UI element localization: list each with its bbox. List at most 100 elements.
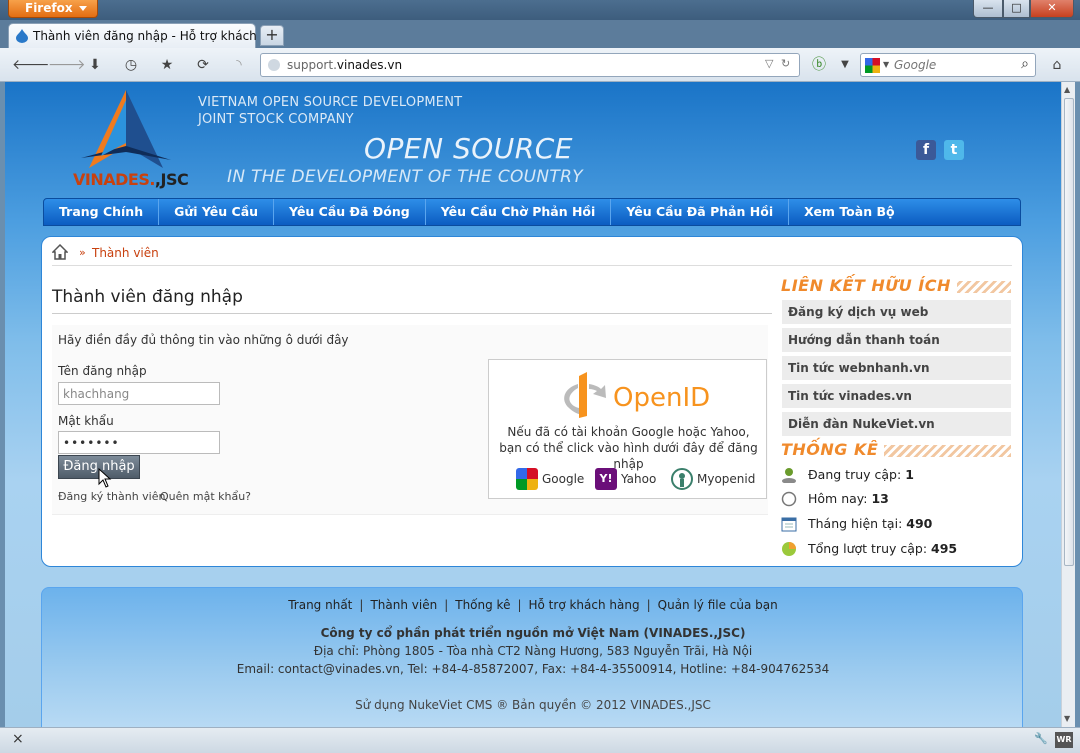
search-input[interactable] — [894, 57, 1014, 73]
openid-logo[interactable]: OpenID — [559, 370, 709, 420]
footer-link-file-manager[interactable]: Quản lý file của bạn — [651, 598, 785, 612]
url-bar[interactable]: support.vinades.vn ▽ ↻ — [260, 53, 800, 77]
main-menu: Trang Chính Gửi Yêu Cầu Yêu Cầu Đã Đóng … — [43, 198, 1021, 226]
addon-icon[interactable]: ⓑ — [808, 55, 830, 75]
search-icon[interactable]: ⌕ — [1021, 56, 1029, 72]
slogan-title: OPEN SOURCE — [364, 132, 573, 165]
facebook-icon[interactable]: f — [916, 140, 936, 160]
tab-strip: Thành viên đăng nhập - Hỗ trợ khách h...… — [0, 20, 1080, 48]
footer-company: Công ty cổ phần phát triển nguồn mở Việt… — [320, 626, 746, 640]
tab-title: Thành viên đăng nhập - Hỗ trợ khách h... — [33, 29, 280, 43]
slogan-subtitle: IN THE DEVELOPMENT OF THE COUNTRY — [227, 167, 583, 187]
openid-box: OpenID Nếu đã có tài khoản Google hoặc Y… — [488, 359, 767, 499]
sidebar-link-register-web[interactable]: Đăng ký dịch vụ web — [782, 300, 1011, 326]
plus-icon: + — [265, 25, 279, 44]
dropdown-arrow-icon[interactable]: ▽ — [765, 57, 773, 70]
navigation-toolbar: 🡐 🡒 ⬇ ◷ ★ ⟳ ◝ support.vinades.vn ▽ ↻ ⓑ ▼… — [0, 48, 1080, 82]
addon-status-icon[interactable]: 🔧 — [1034, 732, 1050, 746]
footer-address: Địa chỉ: Phòng 1805 - Tòa nhà CT2 Nàng H… — [313, 644, 753, 658]
google-engine-icon[interactable] — [865, 58, 880, 73]
url-text: support.vinades.vn — [287, 58, 403, 72]
password-label: Mật khẩu — [58, 414, 114, 428]
calendar-icon — [781, 517, 797, 532]
logo-text: VINADES.,JSC — [73, 170, 189, 189]
sidebar-link-webnhanh-news[interactable]: Tin tức webnhanh.vn — [782, 356, 1011, 382]
site-identity-icon — [268, 59, 280, 71]
firefox-menu-label: Firefox — [25, 1, 73, 15]
menu-item-submit-request[interactable]: Gửi Yêu Cầu — [159, 199, 275, 225]
wr-addon-icon[interactable]: WR — [1055, 732, 1073, 748]
footer-link-statistics[interactable]: Thống kê — [448, 598, 517, 612]
rss-icon[interactable]: ◝ — [228, 55, 250, 75]
username-label: Tên đăng nhập — [58, 364, 147, 378]
forward-icon[interactable]: 🡒 — [48, 55, 86, 75]
footer-copyright: Sử dụng NukeViet CMS ® Bản quyền © 2012 … — [355, 698, 711, 712]
yahoo-label: Yahoo — [621, 472, 657, 486]
openid-description: Nếu đã có tài khoản Google hoặc Yahoo, b… — [499, 425, 758, 471]
close-window-button[interactable]: ✕ — [1030, 0, 1074, 18]
history-icon[interactable]: ◷ — [120, 55, 142, 75]
maximize-button[interactable]: □ — [1003, 0, 1030, 18]
username-input[interactable] — [58, 382, 220, 405]
sidebar-link-payment-guide[interactable]: Hướng dẫn thanh toán — [782, 328, 1011, 354]
sync-icon[interactable]: ⟳ — [192, 55, 214, 75]
mouse-pointer-icon — [98, 468, 112, 488]
google-label: Google — [542, 472, 585, 486]
pie-chart-icon — [782, 542, 796, 556]
menu-item-closed-requests[interactable]: Yêu Cầu Đã Đóng — [274, 199, 426, 225]
yahoo-icon: Y! — [595, 468, 617, 490]
drupal-drop-icon — [16, 29, 28, 43]
bookmark-icon[interactable]: ★ — [156, 55, 178, 75]
menu-item-replied[interactable]: Yêu Cầu Đã Phản Hồi — [611, 199, 790, 225]
page-scrollbar[interactable]: ▲ ▼ — [1061, 82, 1075, 727]
useful-links-heading: LIÊN KẾT HỮU ÍCH — [781, 276, 1011, 298]
menu-item-awaiting-reply[interactable]: Yêu Cầu Chờ Phản Hồi — [426, 199, 612, 225]
search-bar[interactable]: ▼ ⌕ — [860, 53, 1036, 77]
password-input[interactable] — [58, 431, 220, 454]
sidebar-link-nukeviet-forum[interactable]: Diễn đàn NukeViet.vn — [782, 412, 1011, 438]
engine-dropdown-icon[interactable]: ▼ — [883, 60, 889, 69]
user-icon — [782, 468, 796, 483]
myopenid-label: Myopenid — [697, 472, 756, 486]
page-title: Thành viên đăng nhập — [52, 287, 243, 307]
download-icon[interactable]: ⬇ — [84, 55, 106, 75]
footer-contact: Email: contact@vinades.vn, Tel: +84-4-85… — [236, 662, 830, 676]
footer-links: Trang nhất | Thành viên | Thống kê | Hỗ trợ kh… — [42, 598, 1024, 612]
footer: Trang nhất | Thành viên | Thống kê | Hỗ trợ kh… — [41, 587, 1023, 727]
breadcrumb-separator: » — [79, 246, 86, 259]
menu-item-view-all[interactable]: Xem Toàn Bộ — [789, 199, 909, 225]
firefox-menu-button[interactable]: Firefox — [8, 0, 98, 18]
breadcrumb-current[interactable]: Thành viên — [92, 246, 159, 260]
footer-link-members[interactable]: Thành viên — [363, 598, 444, 612]
menu-item-home[interactable]: Trang Chính — [44, 199, 160, 225]
forgot-password-link[interactable]: Quên mật khẩu? — [160, 490, 251, 503]
company-name: VIETNAM OPEN SOURCE DEVELOPMENT JOINT ST… — [198, 95, 463, 127]
reload-icon[interactable]: ↻ — [781, 57, 790, 70]
register-link[interactable]: Đăng ký thành viên — [58, 490, 165, 503]
divider — [52, 313, 772, 314]
google-icon — [516, 468, 538, 490]
home-icon[interactable] — [52, 244, 68, 260]
status-bar: × 🔧 WR — [0, 727, 1080, 753]
tab-active[interactable]: Thành viên đăng nhập - Hỗ trợ khách h... — [8, 23, 280, 48]
scroll-up-icon[interactable]: ▲ — [1064, 85, 1070, 94]
home-icon[interactable]: ⌂ — [1046, 55, 1068, 75]
page-viewport: VINADES.,JSC VIETNAM OPEN SOURCE DEVELOP… — [5, 82, 1061, 727]
back-icon[interactable]: 🡐 — [12, 55, 50, 75]
minimize-button[interactable]: — — [973, 0, 1003, 18]
new-tab-button[interactable]: + — [260, 25, 284, 46]
scrollbar-thumb[interactable] — [1064, 98, 1074, 566]
sidebar-link-vinades-news[interactable]: Tin tức vinades.vn — [782, 384, 1011, 410]
addon-dropdown-icon[interactable]: ▼ — [834, 55, 856, 75]
footer-link-support[interactable]: Hỗ trợ khách hàng — [522, 598, 647, 612]
myopenid-icon — [671, 468, 693, 490]
clock-icon — [781, 491, 797, 507]
close-addon-bar-icon[interactable]: × — [12, 731, 24, 747]
chevron-down-icon — [79, 6, 87, 11]
scroll-down-icon[interactable]: ▼ — [1064, 714, 1070, 723]
login-intro: Hãy điền đầy đủ thông tin vào những ô dư… — [58, 333, 349, 347]
twitter-icon[interactable]: t — [944, 140, 964, 160]
breadcrumb: » Thành viên — [52, 244, 1012, 266]
footer-link-home[interactable]: Trang nhất — [281, 598, 359, 612]
title-bar: Firefox — □ ✕ — [0, 0, 1080, 20]
